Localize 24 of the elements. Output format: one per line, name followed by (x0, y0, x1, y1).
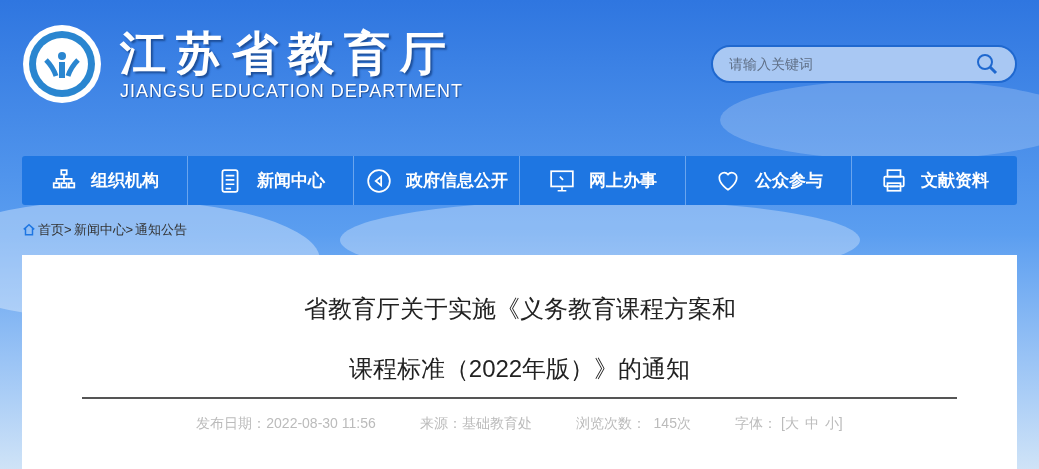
meta-text: 浏览次数： 145次 (575, 414, 691, 433)
nav-item[interactable]: 网上办事 (520, 156, 686, 205)
site-subtitle: JIANGSU EDUCATION DEPARTMENT (120, 80, 464, 102)
breadcrumb-link[interactable]: 通知公告 (135, 220, 188, 240)
play-circle-icon (365, 167, 392, 194)
nav-item[interactable]: 政府信息公开 (354, 156, 520, 205)
monitor-icon (548, 167, 575, 194)
meta-text: 发布日期：2022-08-30 11:56 (196, 414, 376, 433)
nav-item[interactable]: 组织机构 (22, 156, 188, 205)
article-title: 省教育厅关于实施《义务教育课程方案和 (303, 295, 736, 323)
printer-icon (880, 167, 907, 194)
breadcrumb-link[interactable]: 新闻中心> (73, 220, 134, 240)
search-icon[interactable] (975, 52, 999, 76)
breadcrumb-link[interactable]: 首页> (38, 220, 72, 240)
search-field[interactable]: 请输入关键词 (729, 53, 929, 75)
meta-text: 来源：基础教育处 (419, 414, 532, 433)
nav-item[interactable]: 公众参与 (686, 156, 852, 205)
nav-item[interactable]: 文献资料 (852, 156, 1017, 205)
meta-text: 字体： (734, 414, 777, 433)
nav-item[interactable]: 新闻中心 (188, 156, 354, 205)
article-title: 课程标准（2022年版）》的通知 (348, 355, 691, 383)
site-title: 江苏省教育厅 (120, 26, 457, 80)
search-bar[interactable]: 请输入关键词 (711, 45, 1017, 83)
home-icon (22, 223, 36, 237)
